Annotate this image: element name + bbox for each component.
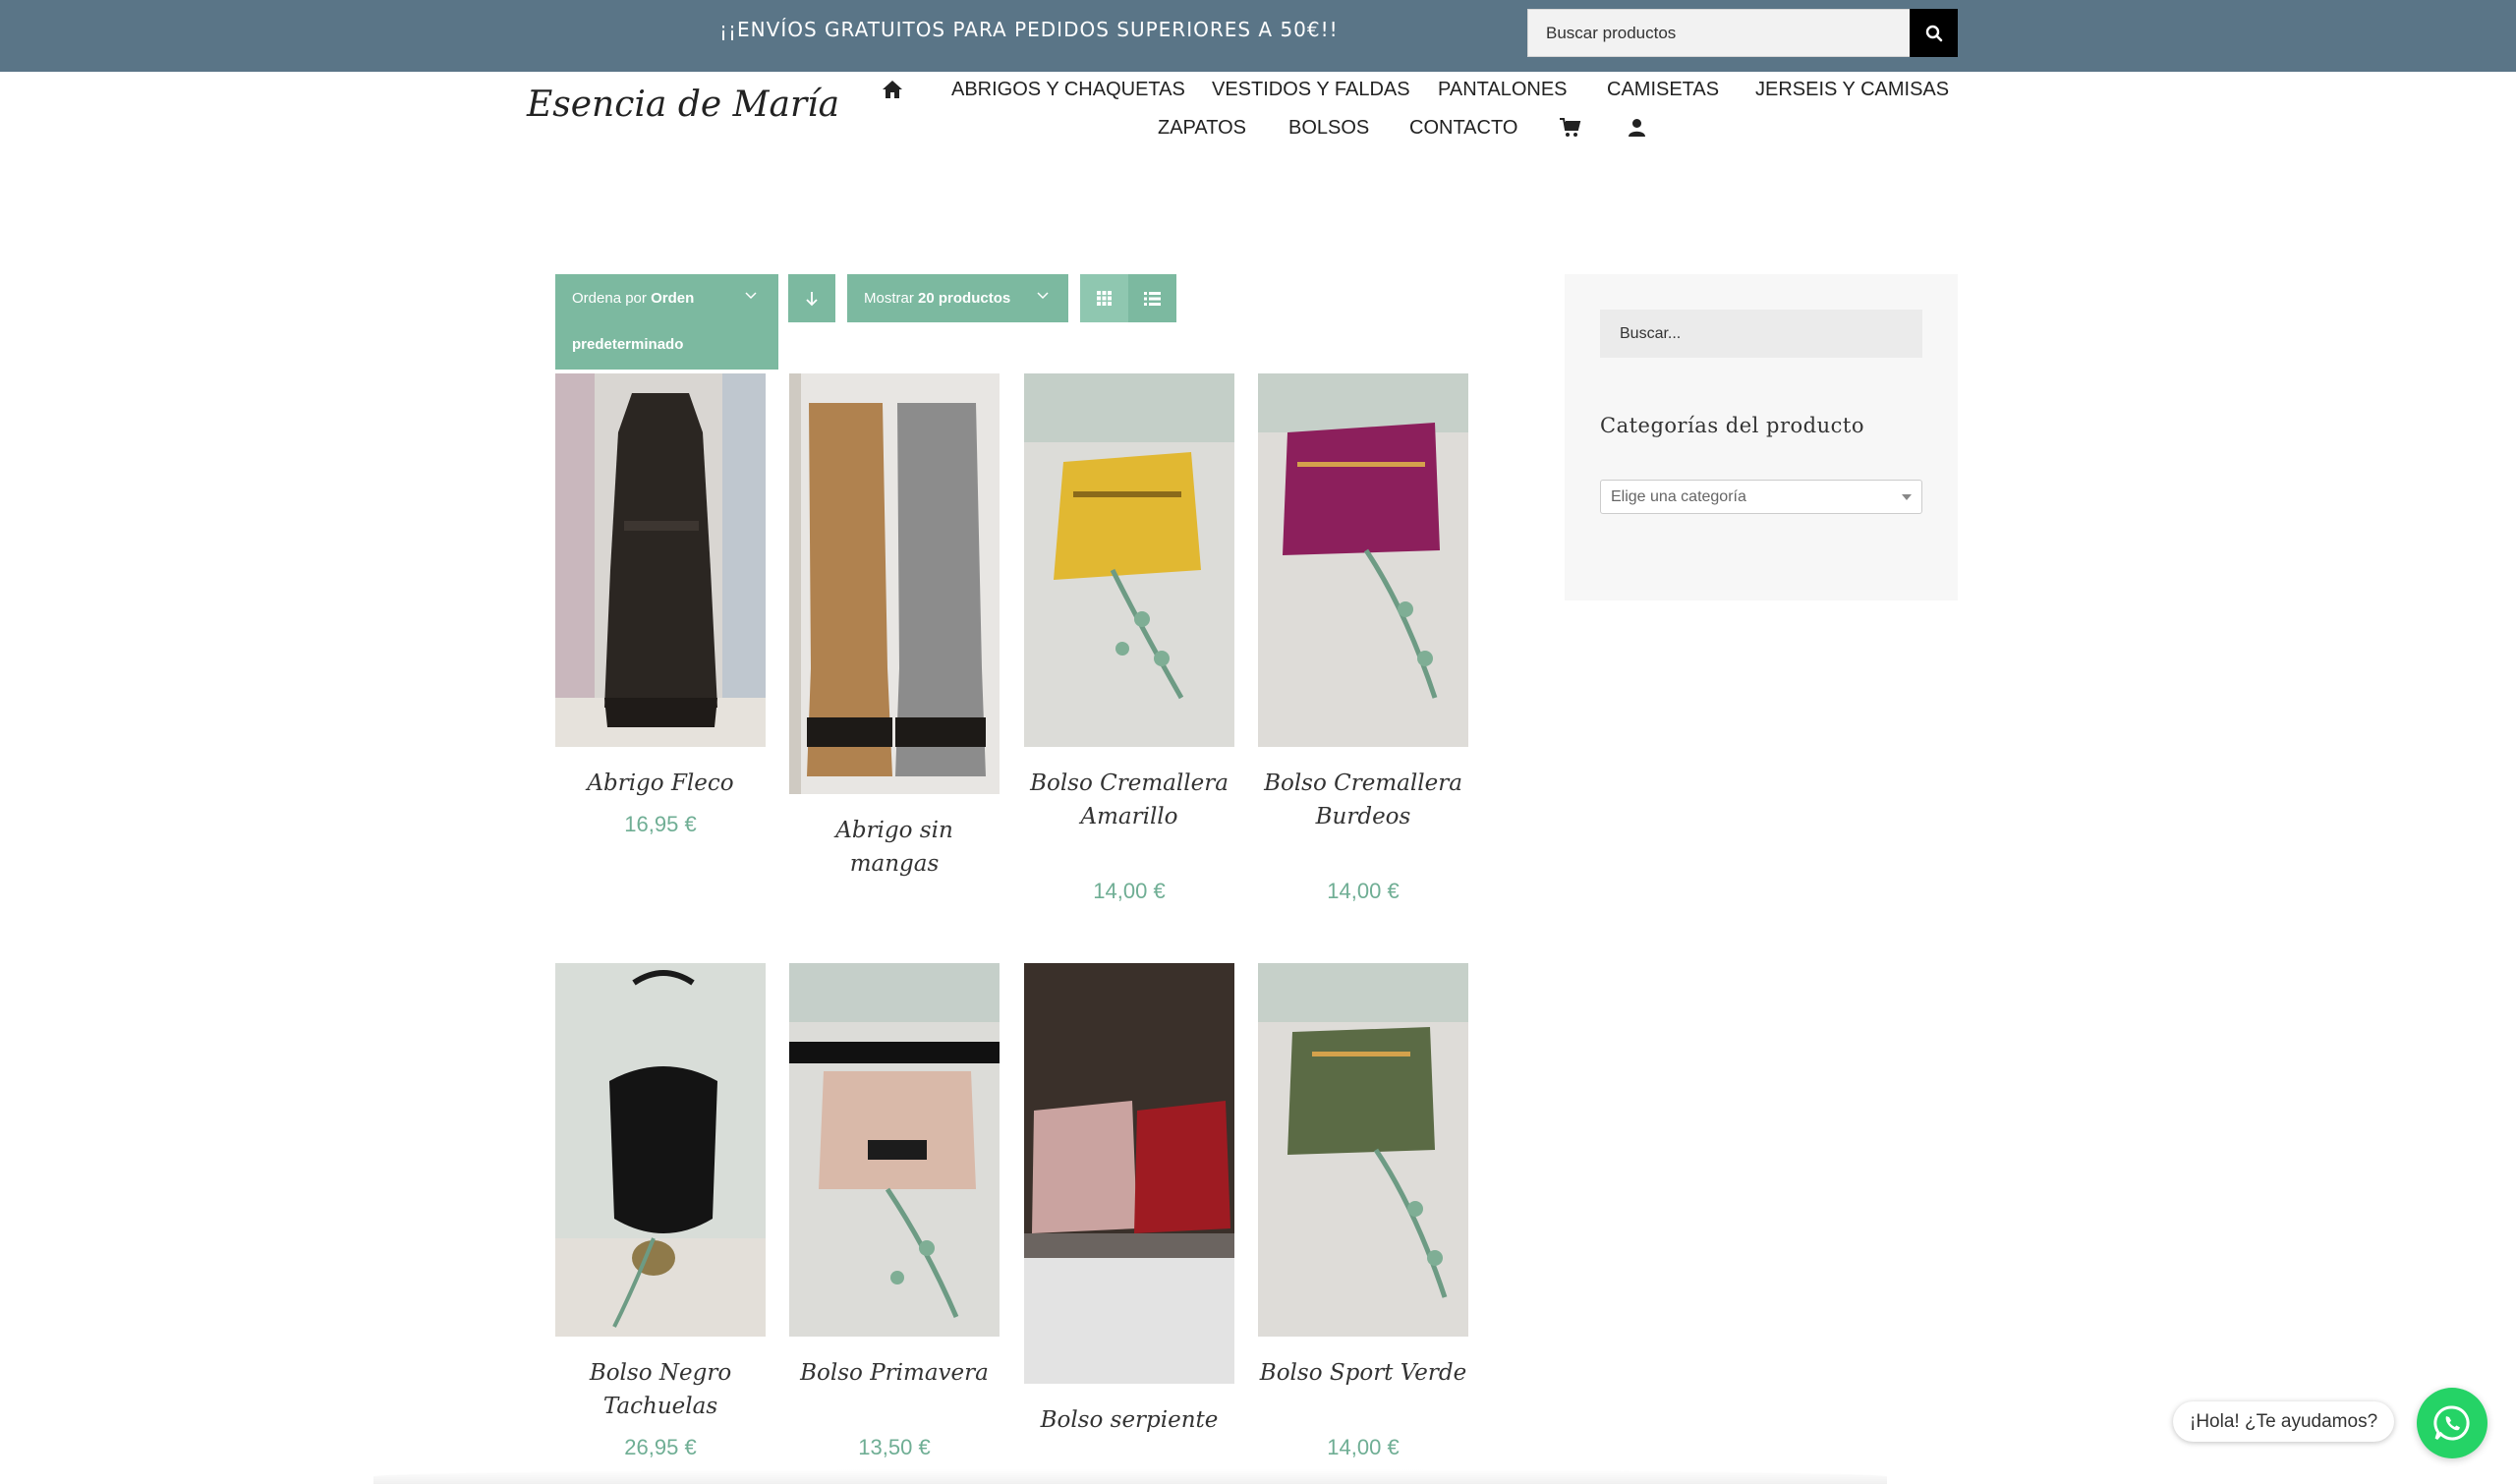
promo-banner: ¡¡ENVÍOS GRATUITOS PARA PEDIDOS SUPERIOR… [719, 18, 1339, 41]
product-price: 13,50 € [858, 1435, 931, 1459]
chat-greeting-bubble[interactable]: ¡Hola! ¿Te ayudamos? [2173, 1401, 2395, 1442]
header-search-input[interactable] [1528, 10, 1912, 56]
product-image[interactable] [555, 963, 766, 1337]
product-image[interactable] [1024, 373, 1234, 747]
sort-label: Ordena por Orden [572, 290, 695, 307]
nav-account[interactable] [1629, 118, 1645, 143]
product-price: 16,95 € [624, 812, 697, 836]
product-name[interactable]: Bolso Negro Tachuelas [555, 1356, 766, 1423]
nav-zapatos[interactable]: ZAPATOS [1158, 117, 1246, 140]
nav-cart[interactable] [1560, 118, 1581, 143]
nav-vestidos[interactable]: VESTIDOS Y FALDAS [1212, 79, 1410, 101]
top-bar: ¡¡ENVÍOS GRATUITOS PARA PEDIDOS SUPERIOR… [0, 0, 2516, 72]
nav-abrigos[interactable]: ABRIGOS Y CHAQUETAS [951, 79, 1185, 101]
grid-view-button[interactable] [1080, 274, 1128, 322]
product-name[interactable]: Abrigo Fleco [555, 767, 766, 800]
list-icon [1144, 291, 1161, 306]
user-icon [1629, 119, 1645, 137]
site-logo[interactable]: Esencia de María [527, 85, 839, 125]
product-price: 26,95 € [624, 1435, 697, 1459]
grid-icon [1097, 291, 1112, 306]
product-price: 14,00 € [1327, 879, 1400, 903]
sort-direction-button[interactable] [788, 274, 835, 322]
nav-pantalones[interactable]: PANTALONES [1438, 79, 1568, 101]
home-icon [883, 81, 902, 98]
header-search [1527, 9, 1958, 57]
product-image[interactable] [555, 373, 766, 747]
category-select-value: Elige una categoría [1611, 488, 1746, 505]
list-view-button[interactable] [1128, 274, 1176, 322]
product-image[interactable] [789, 963, 1000, 1337]
product-name[interactable]: Bolso Primavera [789, 1356, 1000, 1390]
product-name[interactable]: Bolso serpiente [1024, 1403, 1234, 1437]
sidebar-search-input[interactable] [1600, 310, 1922, 358]
category-select[interactable]: Elige una categoría [1600, 480, 1922, 514]
sidebar: Categorías del producto Elige una catego… [1565, 274, 1958, 600]
product-name[interactable]: Abrigo sin mangas [789, 814, 1000, 881]
chevron-down-icon [1037, 292, 1049, 300]
header-search-button[interactable] [1910, 9, 1958, 57]
categories-heading: Categorías del producto [1600, 414, 1864, 437]
product-name[interactable]: Bolso Cremallera Burdeos [1258, 767, 1468, 833]
nav-jerseis[interactable]: JERSEIS Y CAMISAS [1755, 79, 1949, 101]
search-icon [1925, 25, 1942, 41]
nav-camisetas[interactable]: CAMISETAS [1607, 79, 1719, 101]
product-image[interactable] [789, 373, 1000, 794]
whatsapp-icon [2433, 1405, 2470, 1441]
product-name[interactable]: Bolso Cremallera Amarillo [1024, 767, 1234, 833]
nav-bolsos[interactable]: BOLSOS [1288, 117, 1369, 140]
product-price: 14,00 € [1327, 1435, 1400, 1459]
product-name[interactable]: Bolso Sport Verde [1258, 1356, 1468, 1390]
whatsapp-chat-button[interactable] [2417, 1388, 2487, 1458]
arrow-down-icon [806, 291, 818, 306]
product-image[interactable] [1024, 963, 1234, 1384]
sort-dropdown[interactable]: Ordena por Orden predeterminado [555, 274, 778, 370]
footer-shadow [373, 1469, 1887, 1484]
product-price: 14,00 € [1093, 879, 1166, 903]
sort-value-continued: predeterminado [572, 336, 684, 353]
show-count-dropdown[interactable]: Mostrar 20 productos [847, 274, 1068, 322]
product-image[interactable] [1258, 963, 1468, 1337]
cart-icon [1560, 118, 1581, 137]
caret-down-icon [1902, 494, 1912, 500]
nav-contacto[interactable]: CONTACTO [1409, 117, 1517, 140]
show-count-label: Mostrar 20 productos [864, 290, 1011, 307]
product-image[interactable] [1258, 373, 1468, 747]
chevron-down-icon [745, 292, 757, 300]
nav-home[interactable] [882, 80, 903, 104]
